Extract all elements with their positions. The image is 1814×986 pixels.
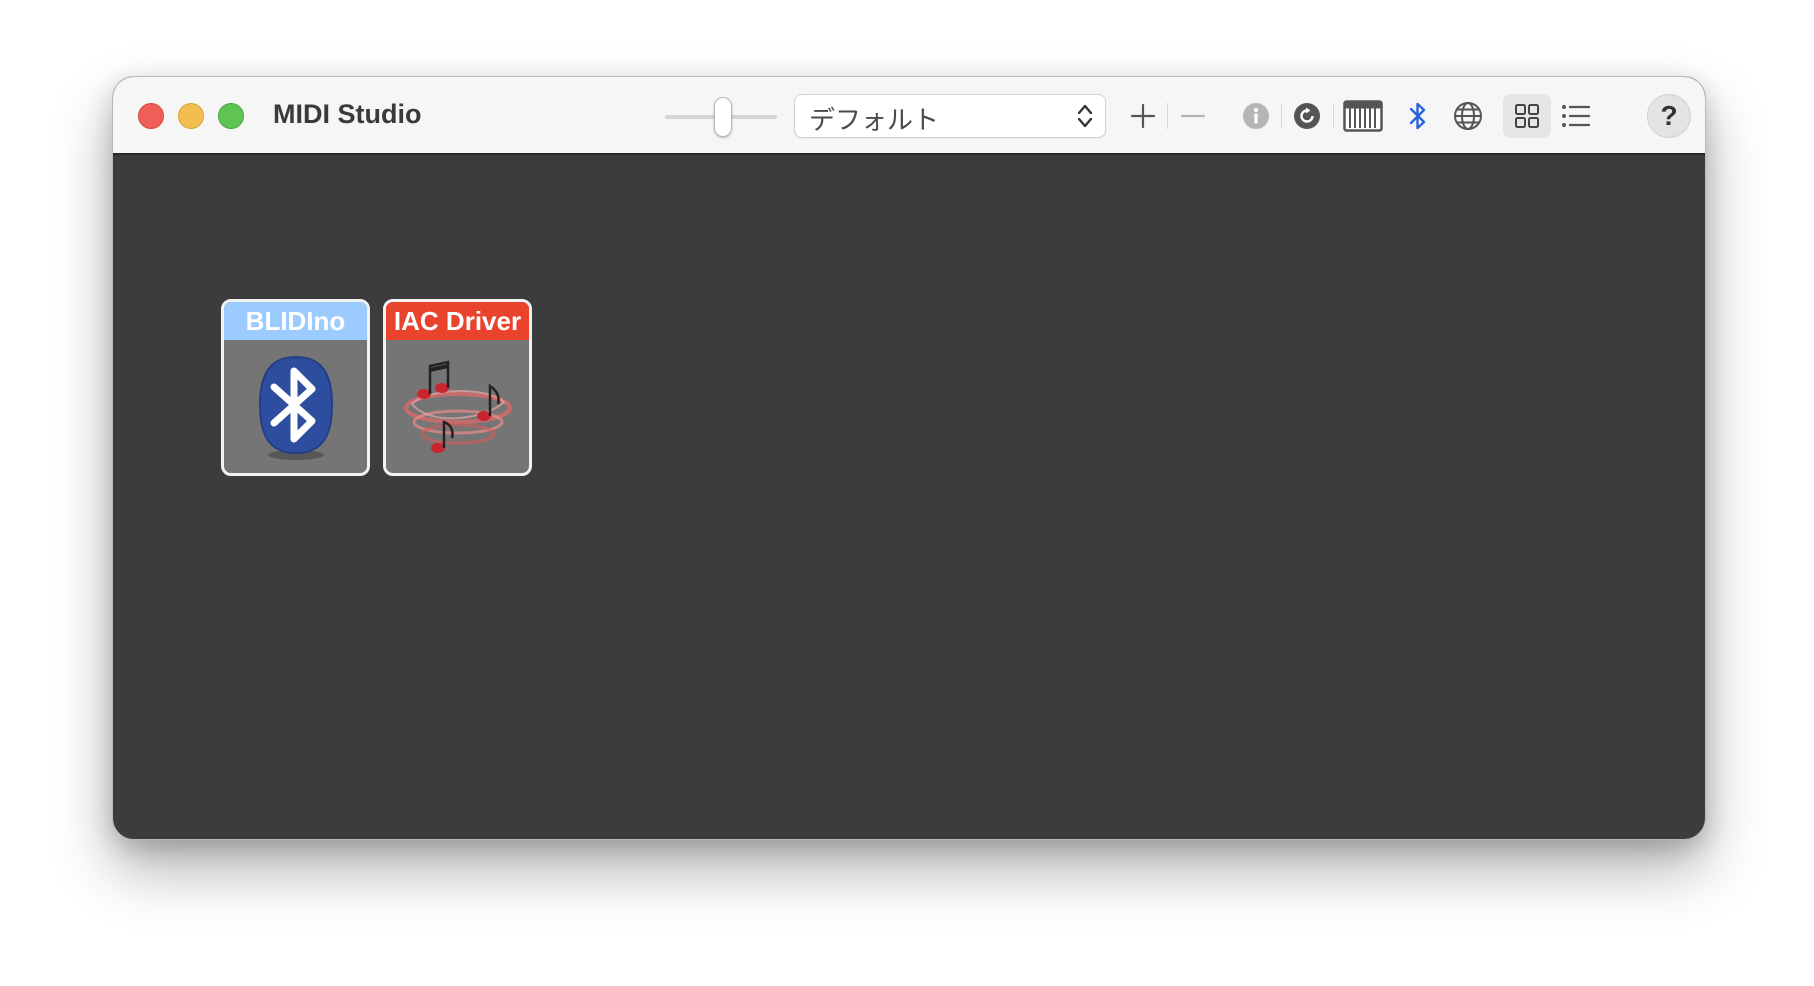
add-icon[interactable] [1128,101,1158,131]
help-icon[interactable]: ? [1647,94,1691,138]
title-bar: MIDI Studio デフォルト ? [113,77,1705,155]
remove-icon[interactable] [1178,101,1208,131]
info-icon[interactable] [1240,100,1272,132]
device-label: BLIDIno [224,302,367,340]
bluetooth-device-icon [224,340,367,473]
window-title: MIDI Studio [273,99,422,129]
grid-view-icon[interactable] [1503,94,1551,138]
configuration-value: デフォルト [809,105,940,135]
configuration-popup[interactable]: デフォルト [794,94,1106,138]
network-globe-icon[interactable] [1451,99,1485,133]
midi-studio-window: MIDI Studio デフォルト ? BLIDIno IAC Driver [112,76,1706,840]
chevron-up-down-icon [1077,103,1093,134]
maximize-button[interactable] [218,103,244,129]
toolbar-separator [1167,103,1168,129]
zoom-slider[interactable] [665,97,777,137]
bluetooth-icon[interactable] [1403,99,1433,133]
piano-keyboard-icon[interactable] [1343,99,1383,133]
rescan-icon[interactable] [1291,100,1323,132]
close-button[interactable] [138,103,164,129]
list-view-icon[interactable] [1557,99,1595,133]
toolbar-separator [1333,103,1334,129]
toolbar-separator [1281,103,1282,129]
device-iac-driver[interactable]: IAC Driver [383,299,532,476]
device-canvas: BLIDIno IAC Driver [113,155,1705,839]
minimize-button[interactable] [178,103,204,129]
slider-thumb[interactable] [714,97,732,137]
device-label: IAC Driver [386,302,529,340]
device-blidino[interactable]: BLIDIno [221,299,370,476]
music-notes-icon [386,340,529,473]
